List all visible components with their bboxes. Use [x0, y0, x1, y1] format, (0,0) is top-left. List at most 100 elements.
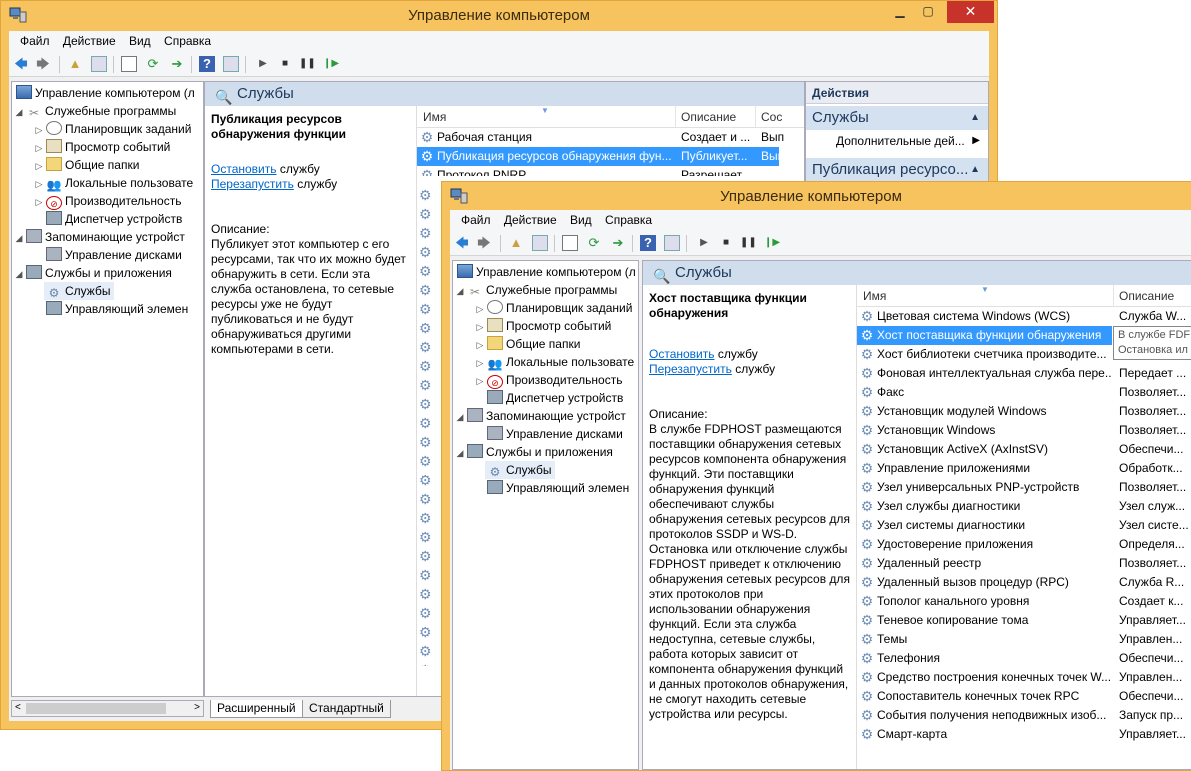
expand-icon[interactable]: ◢ [14, 265, 24, 283]
tree-item-system-tools[interactable]: ◢ ✂ Служебные программы [455, 281, 618, 299]
table-row[interactable]: ⚙ Узел системы диагностики Узел систе... [857, 516, 1191, 535]
tree-item-services-and-applications[interactable]: ◢ Службы и приложения [14, 264, 172, 282]
table-row[interactable]: ⚙ Узел службы диагностики Узел служ... [857, 497, 1191, 516]
expand-icon[interactable]: ◢ [14, 229, 24, 247]
column-divider[interactable] [675, 106, 676, 128]
restart-link[interactable]: Перезапустить [211, 177, 294, 191]
tree-item-local-users[interactable]: ▷ 👥 Локальные пользовате [475, 353, 635, 372]
forward-arrow-icon[interactable]: 🡆 [476, 235, 492, 251]
tree-item-event-viewer[interactable]: ▷ Просмотр событий [475, 317, 611, 335]
title-bar[interactable]: Управление компьютером ▁ ▢ ✕ [1, 1, 997, 31]
expand-icon[interactable]: ◢ [455, 444, 465, 462]
restart-service-icon[interactable]: ❙▶ [764, 235, 780, 251]
tab-extended[interactable]: Расширенный [210, 700, 303, 718]
pause-service-icon[interactable]: ❚❚ [299, 56, 316, 72]
menu-file[interactable]: Файл [456, 210, 496, 230]
scroll-left-icon[interactable]: < [15, 702, 21, 713]
menu-file[interactable]: Файл [15, 31, 55, 51]
refresh-icon[interactable]: ⟳ [145, 56, 161, 72]
column-description[interactable]: Описание [681, 110, 736, 124]
tree-item-disk-management[interactable]: Управление дисками [44, 246, 182, 264]
tree-item-performance[interactable]: ▷ ⊘ Производительность [475, 371, 622, 389]
menu-view[interactable]: Вид [124, 31, 156, 51]
table-row[interactable]: ⚙ Сопоставитель конечных точек RPC Обеспеч… [857, 687, 1191, 706]
tree-item-services-and-applications[interactable]: ◢ Службы и приложения [455, 443, 613, 461]
tree-item-device-manager[interactable]: Диспетчер устройств [485, 389, 623, 407]
tree-item-shared-folders[interactable]: ▷ Общие папки [475, 335, 580, 353]
collapse-icon[interactable]: ▷ [475, 336, 485, 354]
table-row[interactable]: ⚙ Удаленный вызов процедур (RPC) Служба R.… [857, 573, 1191, 592]
table-row[interactable]: ⚙ Удостоверение приложения Определя... [857, 535, 1191, 554]
tree-item-storage[interactable]: ◢ Запоминающие устройст [455, 407, 626, 425]
tree-item-local-users[interactable]: ▷ 👥 Локальные пользовате [34, 174, 194, 193]
stop-link[interactable]: Остановить [649, 347, 715, 361]
collapse-icon[interactable]: ▷ [475, 372, 485, 390]
table-row[interactable]: ⚙ Темы Управлен... [857, 630, 1191, 649]
pause-service-icon[interactable]: ❚❚ [740, 235, 757, 251]
collapse-icon[interactable]: ▷ [475, 318, 485, 336]
menu-action[interactable]: Действие [499, 210, 562, 230]
forward-arrow-icon[interactable]: 🡆 [35, 56, 51, 72]
tree-item-storage[interactable]: ◢ Запоминающие устройст [14, 228, 185, 246]
start-service-icon[interactable]: ▶ [696, 235, 712, 251]
table-row[interactable]: ⚙ Фоновая интеллектуальная служба пере...… [857, 364, 1191, 383]
column-divider[interactable] [755, 106, 756, 128]
tree-item-disk-management[interactable]: Управление дисками [485, 425, 623, 443]
menu-view[interactable]: Вид [565, 210, 597, 230]
scroll-thumb[interactable] [26, 703, 166, 714]
show-action-pane-icon[interactable] [664, 235, 680, 251]
tree-item-computer-management[interactable]: Управление компьютером (л [14, 84, 195, 102]
table-row[interactable]: ⚙ Телефония Обеспечи... [857, 649, 1191, 668]
back-arrow-icon[interactable]: 🡄 [454, 235, 470, 251]
actions-section-selected-service[interactable]: Публикация ресурсо... ▲ [806, 158, 988, 182]
start-service-icon[interactable]: ▶ [255, 56, 271, 72]
properties-icon[interactable] [121, 56, 137, 72]
stop-service-icon[interactable]: ■ [718, 235, 734, 251]
column-status[interactable]: Сос [761, 110, 782, 124]
collapse-icon[interactable]: ▷ [475, 354, 485, 372]
restart-service-icon[interactable]: ❙▶ [323, 56, 339, 72]
help-icon[interactable]: ? [199, 56, 215, 72]
tree-item-computer-management[interactable]: Управление компьютером (л [455, 263, 636, 281]
show-action-pane-icon[interactable] [223, 56, 239, 72]
expand-icon[interactable]: ◢ [455, 408, 465, 426]
export-list-icon[interactable]: ➔ [169, 56, 185, 72]
show-hide-tree-icon[interactable] [532, 235, 548, 251]
collapse-icon[interactable]: ▷ [34, 121, 44, 139]
table-row-selected[interactable]: ⚙ Хост поставщика функции обнаружения [857, 326, 1112, 345]
tree-horizontal-scrollbar[interactable]: < > [11, 700, 204, 717]
tree-item-services[interactable]: ⚙ Службы [485, 461, 556, 479]
table-row[interactable]: ⚙ Установщик модулей Windows Позволяет... [857, 402, 1191, 421]
tree-item-shared-folders[interactable]: ▷ Общие папки [34, 156, 139, 174]
collapse-icon[interactable]: ▷ [34, 157, 44, 175]
table-row-selected[interactable]: ⚙ Публикация ресурсов обнаружения фун... П… [417, 147, 779, 166]
table-row[interactable]: ⚙ Управление приложениями Обработк... [857, 459, 1191, 478]
menu-action[interactable]: Действие [58, 31, 121, 51]
back-arrow-icon[interactable]: 🡄 [13, 56, 29, 72]
restart-link[interactable]: Перезапустить [649, 362, 732, 376]
tree-item-device-manager[interactable]: Диспетчер устройств [44, 210, 182, 228]
table-row[interactable]: ⚙ Цветовая система Windows (WCS) Служба W.… [857, 307, 1191, 326]
collapse-icon[interactable]: ▷ [34, 175, 44, 193]
collapse-icon[interactable]: ▷ [34, 193, 44, 211]
table-row[interactable]: ⚙ Средство построения конечных точек W...… [857, 668, 1191, 687]
close-button[interactable]: ✕ [947, 1, 994, 23]
table-row[interactable]: ⚙ Протокол PNRP Разрешает... [417, 166, 797, 176]
table-row[interactable]: ⚙ Тополог канального уровня Создает к... [857, 592, 1191, 611]
table-row[interactable]: ⚙ Смарт-карта Управляет... [857, 725, 1191, 744]
title-bar[interactable]: Управление компьютером [442, 182, 1191, 210]
collapse-arrow-icon[interactable]: ▲ [970, 106, 980, 130]
table-row[interactable]: ⚙ Узел универсальных PNP-устройств Позволя… [857, 478, 1191, 497]
show-hide-tree-icon[interactable] [91, 56, 107, 72]
tab-standard[interactable]: Стандартный [302, 700, 391, 718]
maximize-button[interactable]: ▢ [915, 1, 941, 23]
table-row[interactable]: ⚙ Установщик Windows Позволяет... [857, 421, 1191, 440]
export-list-icon[interactable]: ➔ [610, 235, 626, 251]
column-name[interactable]: Имя [863, 289, 886, 303]
tree-item-system-tools[interactable]: ◢ ✂ Служебные программы [14, 102, 177, 120]
table-row[interactable]: ⚙ Факс Позволяет... [857, 383, 1191, 402]
tree-item-services[interactable]: ⚙ Службы [44, 282, 115, 300]
table-row[interactable]: ⚙ Удаленный реестр Позволяет... [857, 554, 1191, 573]
table-row[interactable]: ⚙ Рабочая станция Создает и ... Вып [417, 128, 797, 147]
refresh-icon[interactable]: ⟳ [586, 235, 602, 251]
